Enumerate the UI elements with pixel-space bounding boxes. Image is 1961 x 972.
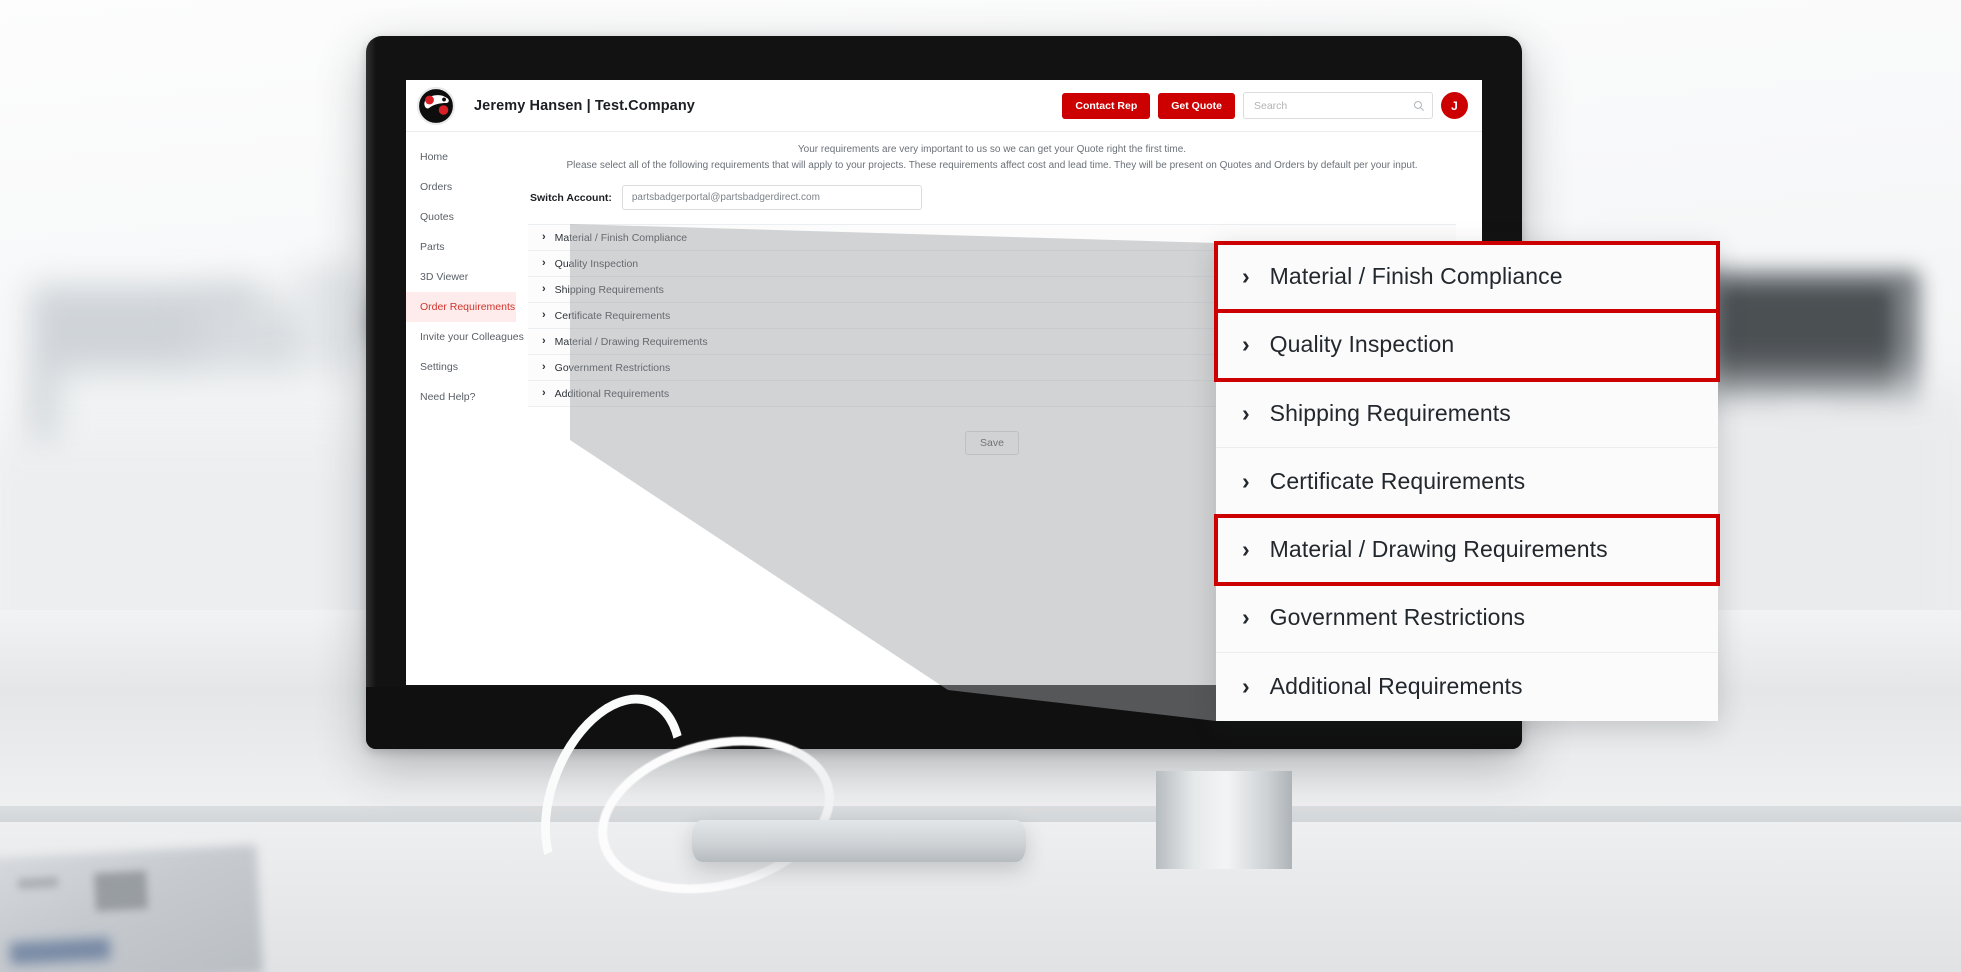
- callout-row-label: Government Restrictions: [1269, 604, 1526, 631]
- chevron-right-icon: ›: [1242, 263, 1250, 290]
- sidebar-item-parts-wrap: Parts: [406, 232, 516, 262]
- sidebar-item-invite-colleagues[interactable]: Invite your Colleagues: [406, 322, 524, 352]
- sidebar-item-need-help-wrap: Need Help?: [406, 382, 516, 412]
- switch-account-label: Switch Account:: [530, 191, 612, 204]
- callout-row-material-drawing-requirements[interactable]: › Material / Drawing Requirements: [1214, 514, 1720, 587]
- box-label-mark-secondary: [17, 876, 59, 890]
- chevron-right-icon: ›: [542, 309, 546, 321]
- sidebar-nav: Home Orders Quotes Parts 3D Viewer Order…: [406, 132, 524, 685]
- callout-row-label: Quality Inspection: [1269, 331, 1455, 358]
- accordion-label: Shipping Requirements: [554, 283, 664, 296]
- sidebar-item-orders[interactable]: Orders: [406, 172, 516, 202]
- parts-badger-logo-icon: [416, 86, 456, 125]
- accordion-label: Quality Inspection: [554, 257, 639, 270]
- callout-row-government-restrictions[interactable]: › Government Restrictions: [1216, 584, 1718, 653]
- chevron-right-icon: ›: [1242, 467, 1250, 494]
- callout-row-label: Material / Finish Compliance: [1269, 263, 1563, 290]
- callout-row-material-finish-compliance[interactable]: › Material / Finish Compliance: [1214, 240, 1720, 314]
- callout-row-label: Shipping Requirements: [1269, 399, 1511, 426]
- sidebar-item-quotes-wrap: Quotes: [406, 202, 516, 232]
- chevron-right-icon: ›: [542, 283, 546, 295]
- monitor-base: [692, 820, 1026, 862]
- box-label-mark: [94, 870, 148, 912]
- chevron-right-icon: ›: [542, 231, 546, 243]
- switch-account-input[interactable]: [621, 185, 922, 210]
- search-container: [1243, 92, 1433, 119]
- chevron-right-icon: ›: [542, 257, 546, 269]
- magnified-requirements-panel: › Material / Finish Compliance › Quality…: [1214, 240, 1720, 721]
- chevron-right-icon: ›: [1242, 399, 1250, 426]
- sidebar-item-order-requirements-wrap: Order Requirements: [406, 292, 516, 322]
- accordion-label: Certificate Requirements: [554, 309, 671, 322]
- callout-row-label: Certificate Requirements: [1269, 467, 1526, 494]
- search-input[interactable]: [1243, 92, 1433, 119]
- callout-row-shipping-requirements[interactable]: › Shipping Requirements: [1216, 379, 1718, 448]
- sidebar-item-settings[interactable]: Settings: [406, 352, 516, 382]
- sidebar-item-3d-viewer-wrap: 3D Viewer: [406, 262, 516, 292]
- sidebar-item-invite-colleagues-wrap: Invite your Colleagues: [406, 322, 524, 352]
- chevron-right-icon: ›: [1242, 331, 1250, 358]
- contact-rep-button[interactable]: Contact Rep: [1062, 92, 1151, 119]
- callout-row-label: Additional Requirements: [1269, 673, 1523, 700]
- callout-row-quality-inspection[interactable]: › Quality Inspection: [1214, 309, 1720, 382]
- sidebar-item-order-requirements[interactable]: Order Requirements: [406, 292, 516, 322]
- accordion-label: Material / Drawing Requirements: [554, 335, 708, 348]
- sidebar-item-3d-viewer[interactable]: 3D Viewer: [406, 262, 516, 292]
- sidebar-item-home[interactable]: Home: [406, 142, 516, 172]
- get-quote-button[interactable]: Get Quote: [1158, 92, 1235, 119]
- save-button[interactable]: Save: [965, 431, 1019, 455]
- chevron-right-icon: ›: [542, 335, 546, 347]
- sidebar-item-orders-wrap: Orders: [406, 172, 516, 202]
- monitor-neck: [1156, 771, 1292, 869]
- intro-text: Your requirements are very important to …: [528, 142, 1456, 173]
- chevron-right-icon: ›: [1242, 673, 1250, 700]
- accordion-label: Additional Requirements: [554, 387, 670, 400]
- sidebar-item-home-wrap: Home: [406, 142, 516, 172]
- accordion-label: Government Restrictions: [554, 361, 671, 374]
- accordion-label: Material / Finish Compliance: [554, 231, 688, 244]
- account-title: Jeremy Hansen | Test.Company: [474, 97, 695, 114]
- background-monitor-right-screen: [1720, 288, 1892, 398]
- sidebar-item-parts[interactable]: Parts: [406, 232, 516, 262]
- user-avatar[interactable]: J: [1441, 92, 1468, 119]
- sidebar-item-settings-wrap: Settings: [406, 352, 516, 382]
- callout-row-certificate-requirements[interactable]: › Certificate Requirements: [1216, 447, 1718, 517]
- sidebar-item-need-help[interactable]: Need Help?: [406, 382, 516, 412]
- chevron-right-icon: ›: [1242, 604, 1250, 631]
- switch-account-row: Switch Account:: [530, 185, 1456, 210]
- intro-line-2: Please select all of the following requi…: [566, 159, 1418, 171]
- chevron-right-icon: ›: [542, 361, 546, 373]
- app-header: Jeremy Hansen | Test.Company Contact Rep…: [406, 80, 1482, 132]
- callout-row-additional-requirements[interactable]: › Additional Requirements: [1216, 652, 1718, 721]
- header-actions: Contact Rep Get Quote J: [1062, 92, 1468, 119]
- chevron-right-icon: ›: [542, 387, 546, 399]
- sidebar-item-quotes[interactable]: Quotes: [406, 202, 516, 232]
- intro-line-1: Your requirements are very important to …: [797, 144, 1187, 155]
- callout-row-label: Material / Drawing Requirements: [1269, 536, 1608, 563]
- chevron-right-icon: ›: [1242, 536, 1250, 563]
